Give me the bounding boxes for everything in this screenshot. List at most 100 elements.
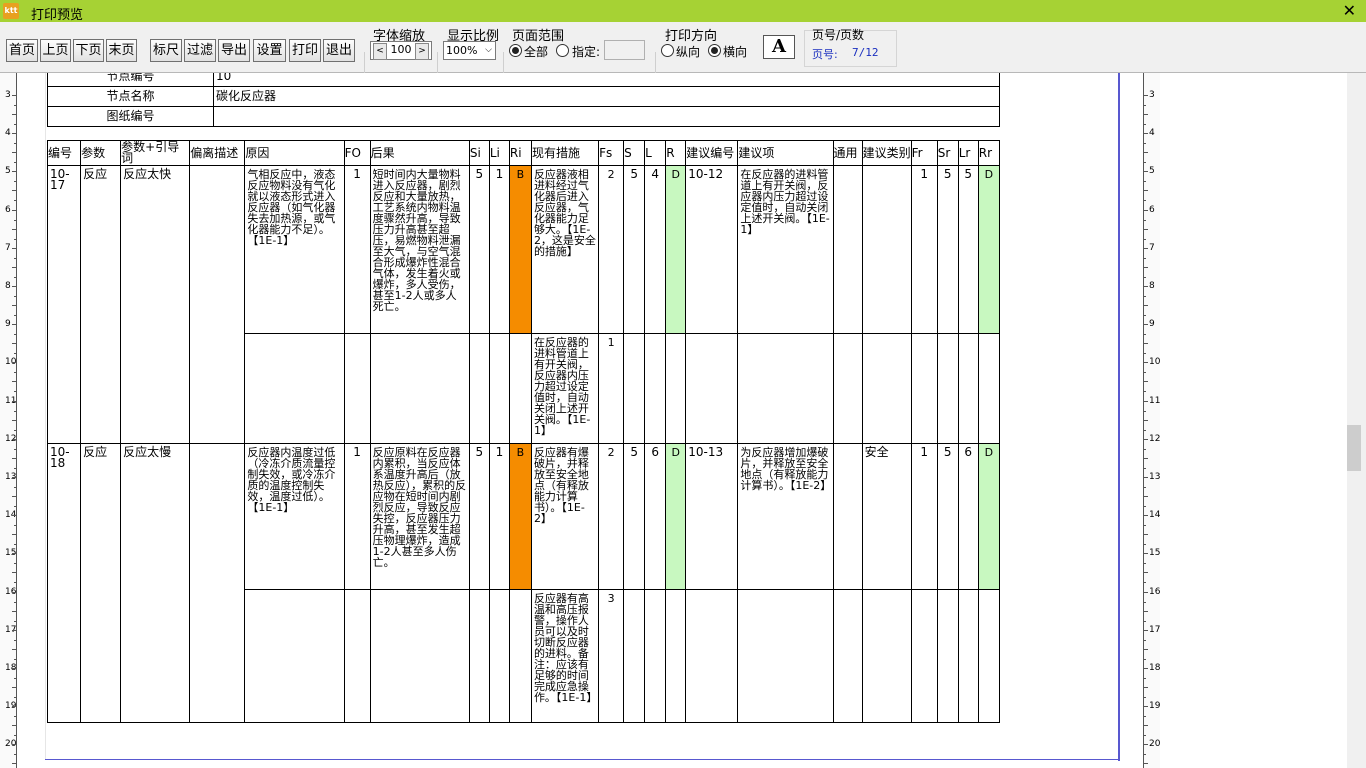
range-specify-label[interactable]: 指定: xyxy=(572,43,600,60)
ruler-tick xyxy=(1144,105,1146,106)
ruler-tick xyxy=(12,267,16,268)
preview-area[interactable]: 3 4 5 6 7 8 9 10 11 12 13 14 15 16 17 18 19 20 3 4 5 6 7 8 9 10 1… xyxy=(0,73,1347,768)
ruler-tick xyxy=(12,324,16,325)
ruler-tick xyxy=(1144,649,1148,650)
ruler-tick xyxy=(1144,697,1146,698)
page-number-text: 页号: xyxy=(812,48,838,61)
settings-button[interactable]: 设置 xyxy=(253,39,286,62)
page-border xyxy=(1118,73,1120,761)
row-si: 5 xyxy=(468,443,490,590)
range-input[interactable] xyxy=(604,40,645,60)
ruler-tick xyxy=(1144,592,1148,593)
risk-badge: D xyxy=(977,443,1001,590)
ruler-tick xyxy=(12,744,16,745)
zoom-select[interactable]: 100% ⌵ xyxy=(443,41,496,60)
ruler-tick xyxy=(12,420,16,421)
ruler-tick xyxy=(14,506,16,507)
page-info-box: 页号/页数 页号: 7/12 xyxy=(804,28,897,67)
ruler-tick xyxy=(1144,534,1148,535)
risk-badge: B xyxy=(508,443,532,590)
ruler-tick xyxy=(1144,277,1146,278)
ruler-tick xyxy=(1144,220,1146,221)
vertical-scrollbar[interactable] xyxy=(1347,73,1366,768)
filter-button[interactable]: 过滤 xyxy=(184,39,216,62)
next-page-button[interactable]: 下页 xyxy=(73,39,104,62)
ruler-tick xyxy=(1144,286,1148,287)
last-page-button[interactable]: 末页 xyxy=(106,39,137,62)
ruler-tick xyxy=(14,277,16,278)
page-edge xyxy=(45,73,46,759)
range-all-radio[interactable] xyxy=(509,44,522,57)
ruler-tick xyxy=(12,439,16,440)
ruler-tick xyxy=(14,220,16,221)
row-param: 反应 xyxy=(80,443,122,723)
font-button[interactable]: A xyxy=(763,35,795,59)
ruler-tick xyxy=(1144,133,1148,134)
ruler-tick xyxy=(14,716,16,717)
row-param: 反应 xyxy=(80,165,122,444)
ruler-tick xyxy=(14,334,16,335)
node-info-row: 节点编号 10 xyxy=(47,73,1000,87)
ruler-tick xyxy=(14,697,16,698)
print-button[interactable]: 打印 xyxy=(289,39,321,62)
ruler-tick xyxy=(1144,420,1148,421)
ruler-tick xyxy=(1144,143,1146,144)
header-row: 编号 参数 参数+引导词 偏离描述 原因 FO 后果 Si Li Ri 现有措施… xyxy=(46,140,1001,166)
col-header: 建议类别 xyxy=(861,140,912,166)
ruler-button[interactable]: 标尺 xyxy=(150,39,182,62)
ruler-tick xyxy=(1144,515,1148,516)
ruler-tick xyxy=(12,362,16,363)
font-scale-spinner[interactable]: < 100 > xyxy=(370,41,432,60)
ruler-tick xyxy=(12,171,16,172)
ruler-tick xyxy=(12,401,16,402)
close-icon[interactable]: ✕ xyxy=(1343,1,1356,20)
row-l: 4 xyxy=(644,165,667,334)
ruler-tick xyxy=(1144,381,1148,382)
export-button[interactable]: 导出 xyxy=(218,39,250,62)
chevron-down-icon: ⌵ xyxy=(485,45,492,55)
col-header: 参数 xyxy=(80,140,122,166)
table-row: 10-17 反应 反应太快 气相反应中，液态反应物料没有气化就以液态形式进入反应… xyxy=(46,165,1001,444)
ruler-tick xyxy=(14,239,16,240)
landscape-label[interactable]: 横向 xyxy=(723,43,747,60)
ruler-tick xyxy=(14,468,16,469)
ruler-number: 6 xyxy=(1149,205,1155,215)
exit-button[interactable]: 退出 xyxy=(323,39,355,62)
ruler-number: 17 xyxy=(1149,625,1161,635)
ruler-tick xyxy=(1144,114,1148,115)
portrait-radio[interactable] xyxy=(661,44,674,57)
ruler-tick xyxy=(1144,544,1146,545)
row-lr: 6 xyxy=(957,443,979,590)
portrait-label[interactable]: 纵向 xyxy=(676,43,700,60)
ruler-number: 3 xyxy=(5,90,11,100)
ruler-tick xyxy=(12,152,16,153)
scrollbar-thumb[interactable] xyxy=(1347,425,1361,471)
col-header: L xyxy=(644,140,667,166)
row-guideword: 反应太快 xyxy=(120,165,191,444)
ruler-tick xyxy=(1144,95,1148,96)
row-general xyxy=(832,165,863,334)
range-specify-radio[interactable] xyxy=(556,44,569,57)
node-info-label: 节点编号 xyxy=(47,73,214,87)
ruler-tick xyxy=(1144,659,1146,660)
col-header: 现有措施 xyxy=(530,140,600,166)
first-page-button[interactable]: 首页 xyxy=(6,39,38,62)
increase-icon[interactable]: > xyxy=(415,43,429,60)
landscape-radio[interactable] xyxy=(708,44,721,57)
ruler-tick xyxy=(1144,210,1148,211)
font-scale-value[interactable]: 100 xyxy=(387,43,415,56)
decrease-icon[interactable]: < xyxy=(373,43,387,60)
ruler-tick xyxy=(1144,668,1148,669)
prev-page-button[interactable]: 上页 xyxy=(40,39,71,62)
ruler-tick xyxy=(1144,687,1148,688)
ruler-tick xyxy=(14,296,16,297)
range-all-label[interactable]: 全部 xyxy=(524,43,548,60)
col-header: Ri xyxy=(508,140,532,166)
ruler-tick xyxy=(1144,572,1148,573)
ruler-number: 16 xyxy=(1149,587,1161,597)
ruler-tick xyxy=(14,162,16,163)
col-header: Fr xyxy=(910,140,938,166)
row-measure: 反应器有高温和高压报警，操作人员可以及时切断反应器的进料。备注：应该有足够的时间… xyxy=(530,589,600,723)
ruler-number: 9 xyxy=(5,319,11,329)
node-info-row: 图纸编号 xyxy=(47,106,1000,127)
